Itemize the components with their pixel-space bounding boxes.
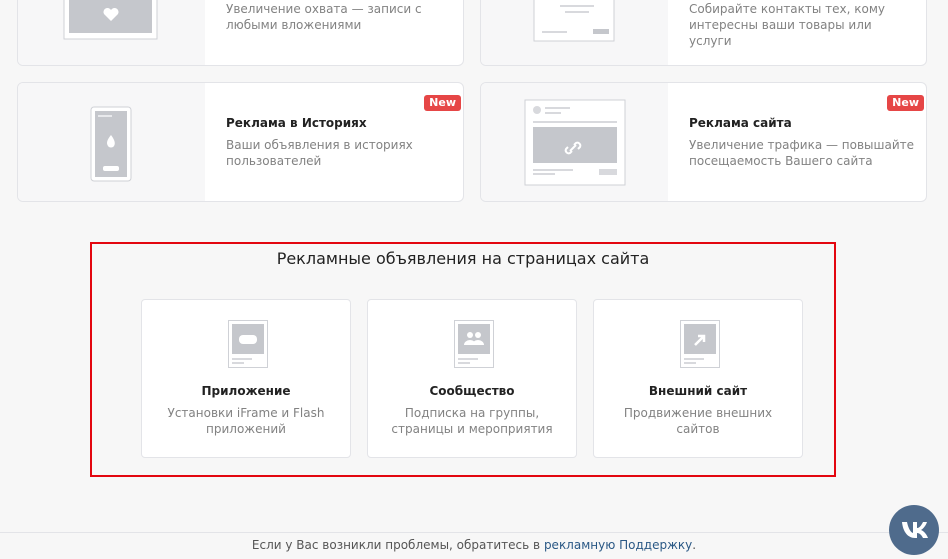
- tile-description: Подписка на группы, страницы и мероприят…: [391, 406, 553, 436]
- ad-format-card-site[interactable]: Реклама сайта Увеличение трафика — повыш…: [480, 82, 927, 202]
- post-preview-icon: [63, 0, 158, 40]
- card-title: Реклама сайта: [689, 116, 792, 130]
- lead-form-icon: [533, 0, 615, 42]
- tile-community[interactable]: Сообщество Подписка на группы, страницы …: [367, 299, 577, 458]
- vk-logo-button[interactable]: [889, 505, 939, 555]
- ad-format-card-stories[interactable]: Реклама в Историях Ваши объявления в ист…: [17, 82, 464, 202]
- vk-logo-icon: [902, 522, 928, 538]
- phone-story-icon: [90, 106, 132, 182]
- people-icon: [454, 320, 494, 368]
- card-thumbnail: [481, 83, 668, 201]
- card-description: Увеличение трафика — повышайте посещаемо…: [689, 138, 915, 168]
- tile-description: Продвижение внешних сайтов: [623, 406, 773, 436]
- tile-title: Приложение: [201, 384, 291, 398]
- card-description: Собирайте контакты тех, кому интересны в…: [689, 2, 886, 48]
- tile-application[interactable]: Приложение Установки iFrame и Flash прил…: [141, 299, 351, 458]
- section-title: Рекламные объявления на страницах сайта: [276, 249, 650, 268]
- card-thumbnail: [18, 0, 205, 65]
- card-thumbnail: [481, 0, 668, 65]
- gamepad-icon: [228, 320, 268, 368]
- tile-title: Внешний сайт: [648, 384, 748, 398]
- card-description: Ваши объявления в историях пользователей: [226, 138, 413, 168]
- tile-external-site[interactable]: Внешний сайт Продвижение внешних сайтов: [593, 299, 803, 458]
- footer-divider: [0, 532, 948, 533]
- new-badge: New: [887, 95, 924, 111]
- link-preview-icon: [524, 99, 626, 186]
- card-thumbnail: [18, 83, 205, 201]
- card-description: Увеличение охвата — записи с любыми влож…: [226, 2, 422, 32]
- external-arrow-icon: [680, 320, 720, 368]
- new-badge: New: [424, 95, 461, 111]
- tile-title: Сообщество: [429, 384, 515, 398]
- card-title: Реклама в Историях: [226, 116, 367, 130]
- ad-format-card-posts[interactable]: Увеличение охвата — записи с любыми влож…: [17, 0, 464, 66]
- tile-description: Установки iFrame и Flash приложений: [167, 406, 325, 436]
- ad-format-card-leads[interactable]: Собирайте контакты тех, кому интересны в…: [480, 0, 927, 66]
